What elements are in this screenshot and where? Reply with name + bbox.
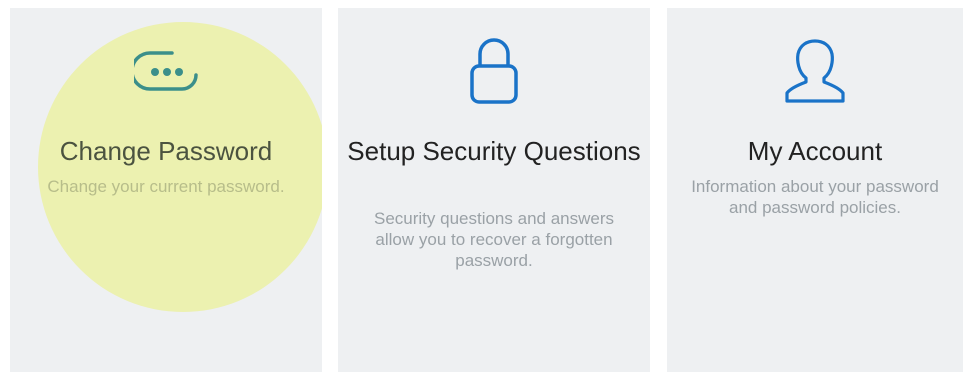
card-description: Change your current password. bbox=[47, 177, 285, 196]
user-icon bbox=[667, 30, 963, 112]
option-cards: Change Password Change your current pass… bbox=[0, 0, 963, 372]
lock-icon bbox=[338, 30, 650, 112]
setup-security-questions-card[interactable]: Setup Security Questions Security questi… bbox=[338, 8, 650, 372]
card-title: My Account bbox=[747, 136, 883, 166]
card-title: Setup Security Questions bbox=[347, 136, 641, 166]
card-description: Security questions and answers allow you… bbox=[373, 209, 615, 270]
password-dots-icon bbox=[10, 30, 322, 112]
my-account-card[interactable]: My Account Information about your passwo… bbox=[667, 8, 963, 372]
card-title: Change Password bbox=[59, 136, 273, 166]
card-description: Information about your password and pass… bbox=[691, 177, 939, 217]
change-password-card[interactable]: Change Password Change your current pass… bbox=[10, 8, 322, 372]
